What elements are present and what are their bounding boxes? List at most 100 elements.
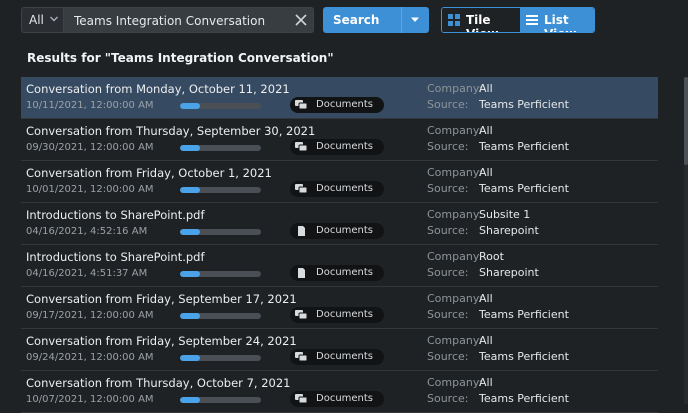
result-row[interactable]: Conversation from Friday, October 1, 202…: [21, 161, 658, 203]
type-badge-label: Documents: [316, 99, 374, 110]
type-badge: Documents: [290, 181, 384, 197]
search-toolbar: All Search Tile View: [0, 0, 688, 42]
type-badge-label: Documents: [316, 393, 374, 404]
company-label: Company:: [427, 208, 483, 221]
type-badge: Documents: [290, 97, 384, 113]
results-heading: Results for "Teams Integration Conversat…: [27, 51, 334, 65]
type-badge-label: Documents: [316, 141, 374, 152]
grid-icon: [448, 14, 460, 26]
company-value: All: [479, 166, 493, 179]
company-value: All: [479, 376, 493, 389]
result-date: 09/24/2021, 12:00:00 AM: [26, 352, 154, 363]
result-title[interactable]: Introductions to SharePoint.pdf: [26, 250, 205, 264]
search-button-label: Search: [333, 13, 380, 27]
scope-value: All: [29, 13, 44, 27]
result-row[interactable]: Conversation from Thursday, October 7, 2…: [21, 371, 658, 413]
company-value: All: [479, 334, 493, 347]
relevance-bar-fill: [180, 313, 201, 319]
company-value: Root: [479, 250, 504, 263]
type-badge-label: Documents: [316, 267, 374, 278]
relevance-bar-fill: [180, 145, 201, 151]
relevance-bar: [180, 397, 261, 403]
result-row[interactable]: Introductions to SharePoint.pdf 04/16/202…: [21, 245, 658, 287]
company-value: All: [479, 292, 493, 305]
scrollbar[interactable]: [684, 77, 688, 404]
search-button[interactable]: Search: [323, 7, 429, 33]
result-title[interactable]: Conversation from Thursday, October 7, 2…: [26, 376, 290, 390]
type-badge: Documents: [290, 223, 384, 239]
scope-dropdown[interactable]: All: [21, 7, 63, 33]
company-value: All: [479, 82, 493, 95]
company-label: Company:: [427, 82, 483, 95]
result-date: 04/16/2021, 4:51:37 AM: [26, 268, 148, 279]
type-badge: Documents: [290, 307, 384, 323]
result-row[interactable]: Conversation from Thursday, September 30…: [21, 119, 658, 161]
result-date: 10/07/2021, 12:00:00 AM: [26, 394, 154, 405]
close-icon[interactable]: [295, 14, 307, 26]
relevance-bar: [180, 229, 261, 235]
result-title[interactable]: Conversation from Friday, September 17, …: [26, 292, 297, 306]
type-badge: Documents: [290, 139, 384, 155]
search-options-button[interactable]: [401, 7, 429, 33]
relevance-bar: [180, 103, 261, 109]
company-label: Company:: [427, 250, 483, 263]
result-row[interactable]: Introductions to SharePoint.pdf 04/16/202…: [21, 203, 658, 245]
view-toggle: Tile View List View: [441, 7, 595, 33]
relevance-bar: [180, 271, 261, 277]
type-badge-label: Documents: [316, 309, 374, 320]
result-title[interactable]: Conversation from Monday, October 11, 20…: [26, 82, 290, 96]
result-date: 10/01/2021, 12:00:00 AM: [26, 184, 154, 195]
chevron-down-icon: [50, 16, 58, 22]
relevance-bar-fill: [180, 271, 201, 277]
list-view-button[interactable]: List View: [520, 8, 594, 32]
type-badge: Documents: [290, 265, 384, 281]
tile-view-button[interactable]: Tile View: [442, 8, 520, 32]
result-row[interactable]: Conversation from Friday, September 17, …: [21, 287, 658, 329]
relevance-bar: [180, 145, 261, 151]
type-badge-label: Documents: [316, 351, 374, 362]
source-value: Teams Perficient: [479, 350, 569, 363]
relevance-bar-fill: [180, 355, 201, 361]
source-value: Sharepoint: [479, 266, 539, 279]
source-label: Source:: [427, 392, 469, 405]
result-title[interactable]: Introductions to SharePoint.pdf: [26, 208, 205, 222]
list-icon: [526, 15, 538, 25]
source-label: Source:: [427, 182, 469, 195]
result-date: 04/16/2021, 4:52:16 AM: [26, 226, 148, 237]
result-title[interactable]: Conversation from Friday, September 24, …: [26, 334, 297, 348]
result-date: 09/30/2021, 12:00:00 AM: [26, 142, 154, 153]
scrollbar-thumb[interactable]: [684, 77, 688, 165]
type-badge-label: Documents: [316, 183, 374, 194]
result-row[interactable]: Conversation from Monday, October 11, 20…: [21, 77, 658, 119]
source-value: Teams Perficient: [479, 182, 569, 195]
caret-down-icon: [411, 17, 419, 22]
source-value: Sharepoint: [479, 224, 539, 237]
company-label: Company:: [427, 124, 483, 137]
relevance-bar: [180, 355, 261, 361]
source-value: Teams Perficient: [479, 392, 569, 405]
tile-view-label: Tile View: [466, 13, 498, 32]
source-value: Teams Perficient: [479, 140, 569, 153]
type-badge: Documents: [290, 391, 384, 407]
company-label: Company:: [427, 376, 483, 389]
company-value: Subsite 1: [479, 208, 531, 221]
relevance-bar-fill: [180, 229, 201, 235]
company-value: All: [479, 124, 493, 137]
type-badge: Documents: [290, 349, 384, 365]
relevance-bar-fill: [180, 103, 201, 109]
source-label: Source:: [427, 266, 469, 279]
result-date: 09/17/2021, 12:00:00 AM: [26, 310, 154, 321]
relevance-bar: [180, 187, 261, 193]
relevance-bar-fill: [180, 397, 201, 403]
result-title[interactable]: Conversation from Thursday, September 30…: [26, 124, 315, 138]
source-value: Teams Perficient: [479, 308, 569, 321]
source-label: Source:: [427, 350, 469, 363]
search-input[interactable]: [72, 11, 286, 31]
source-label: Source:: [427, 224, 469, 237]
relevance-bar: [180, 313, 261, 319]
result-title[interactable]: Conversation from Friday, October 1, 202…: [26, 166, 272, 180]
result-date: 10/11/2021, 12:00:00 AM: [26, 100, 154, 111]
result-row[interactable]: Conversation from Friday, September 24, …: [21, 329, 658, 371]
company-label: Company:: [427, 166, 483, 179]
list-view-label: List View: [544, 13, 576, 32]
